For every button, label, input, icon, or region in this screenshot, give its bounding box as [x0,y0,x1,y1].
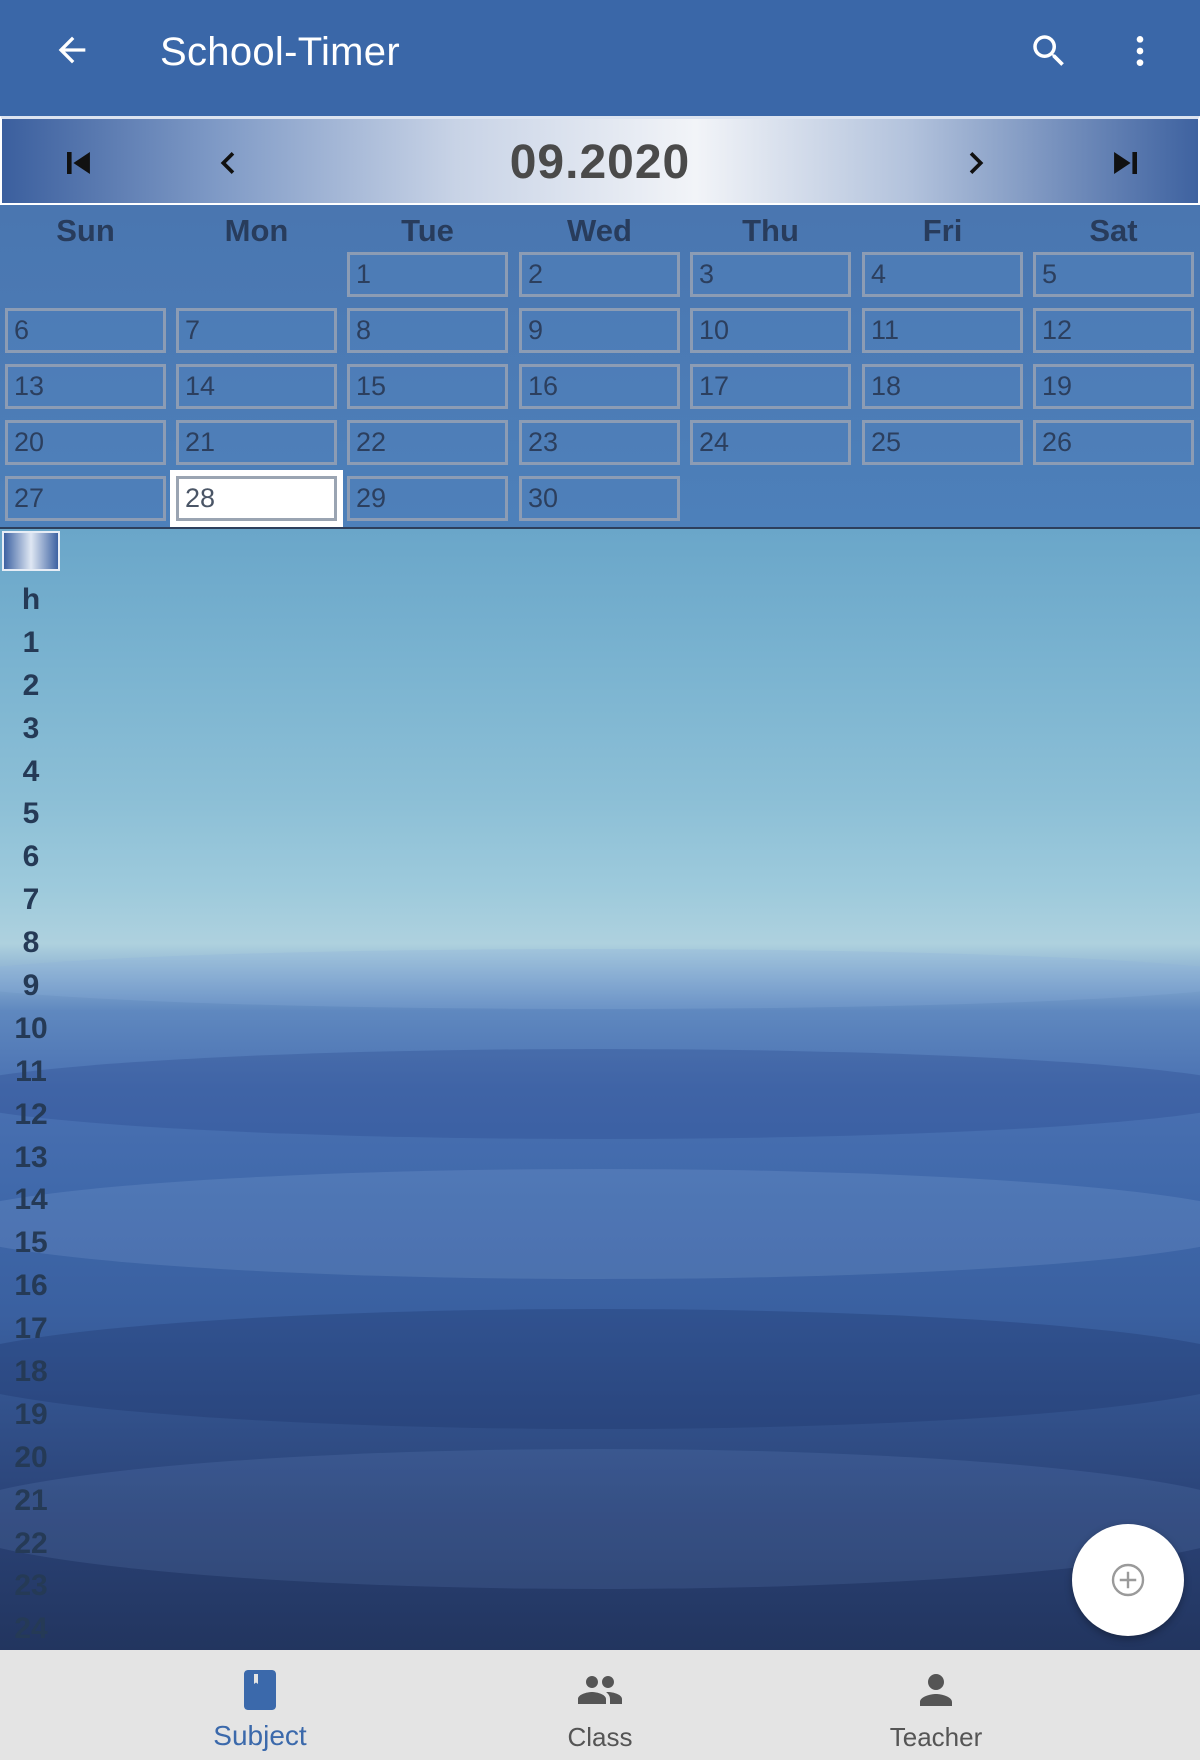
hour-label: 18 [14,1355,48,1389]
hour-label: 9 [22,969,40,1003]
hour-label: 23 [14,1569,48,1603]
hour-label: 21 [14,1483,48,1517]
hour-label: 8 [22,926,40,960]
hour-label: 20 [14,1440,48,1474]
tab-teacher-label: Teacher [889,1722,983,1752]
month-calendar: Sun Mon Tue Wed Thu Fri Sat 1 2 3 4 5 6 7 8 9 10 1… [0,205,1200,529]
tab-teacher[interactable]: Teacher [736,1650,1136,1760]
hour-column: h 1 2 3 4 5 6 7 8 9 10 11 12 13 14 15 16 17 18 19 20 21 22 23 2… [0,579,62,1650]
background-wave [0,949,1200,1009]
calendar-day[interactable]: 2 [519,252,680,297]
hour-label: 5 [22,797,40,831]
background-wave [0,1049,1200,1139]
add-button[interactable] [1072,1524,1184,1636]
hour-label: 19 [14,1397,48,1431]
hour-label: 12 [14,1097,48,1131]
hour-header: h [21,583,41,616]
calendar-day[interactable]: 8 [347,308,508,353]
add-circle-icon [1111,1563,1145,1597]
calendar-day[interactable]: 18 [862,364,1023,409]
schedule-area: h 1 2 3 4 5 6 7 8 9 10 11 12 13 14 15 16 17 18 19 20 21 22 23 2… [0,529,1200,1650]
group-icon [578,1676,622,1704]
skip-last-icon[interactable] [1104,141,1148,185]
weekday-label: Fri [922,213,963,248]
calendar-day-selected[interactable]: 28 [170,470,343,527]
hour-label: 10 [14,1011,48,1045]
calendar-day[interactable]: 25 [862,420,1023,465]
calendar-day[interactable]: 4 [862,252,1023,297]
calendar-day[interactable]: 21 [176,420,337,465]
calendar-day[interactable]: 26 [1033,420,1194,465]
more-vert-icon[interactable] [1120,30,1160,72]
calendar-day[interactable]: 16 [519,364,680,409]
calendar-day[interactable]: 14 [176,364,337,409]
bottom-navigation: Subject Class Teacher [0,1650,1200,1760]
calendar-day[interactable]: 3 [690,252,851,297]
search-icon[interactable] [1028,30,1070,72]
calendar-day[interactable]: 17 [690,364,851,409]
current-month-label: 09.2020 [509,136,691,189]
hour-label: 1 [22,625,40,659]
calendar-day[interactable]: 27 [5,476,166,521]
weekday-label: Sat [1089,213,1138,248]
background-wave [0,1309,1200,1429]
calendar-day[interactable]: 24 [690,420,851,465]
chevron-right-icon[interactable] [954,141,998,185]
weekday-label: Thu [742,213,799,248]
hour-label: 22 [14,1526,48,1560]
hour-label: 17 [14,1312,48,1346]
hour-label: 24 [14,1612,48,1646]
arrow-left-icon[interactable] [52,30,92,70]
corner-cell [2,531,60,571]
weekday-label: Sun [56,213,115,248]
calendar-day[interactable]: 29 [347,476,508,521]
calendar-day[interactable]: 15 [347,364,508,409]
calendar-day[interactable]: 6 [5,308,166,353]
background-wave [0,1449,1200,1589]
person-icon [920,1674,952,1706]
hour-label: 2 [22,668,40,702]
hour-label: 15 [14,1226,48,1260]
hour-label: 16 [14,1269,48,1303]
hour-label: 3 [22,711,40,745]
month-navigation: 09.2020 [0,116,1200,205]
weekday-label: Wed [567,213,632,248]
weekday-label: Mon [224,213,289,248]
calendar-day[interactable]: 20 [5,420,166,465]
background-wave [0,1169,1200,1279]
calendar-day[interactable]: 11 [862,308,1023,353]
calendar-day[interactable]: 7 [176,308,337,353]
calendar-day[interactable]: 10 [690,308,851,353]
hour-label: 11 [15,1054,47,1088]
hour-label: 4 [22,754,40,788]
weekday-label: Tue [401,213,454,248]
hour-label: 7 [22,883,40,917]
app-title: School-Timer [160,30,400,74]
book-icon [244,1670,276,1710]
calendar-day[interactable]: 30 [519,476,680,521]
calendar-day[interactable]: 9 [519,308,680,353]
calendar-day[interactable]: 22 [347,420,508,465]
hour-label: 13 [14,1140,48,1174]
calendar-day[interactable]: 1 [347,252,508,297]
calendar-day[interactable]: 12 [1033,308,1194,353]
calendar-day[interactable]: 5 [1033,252,1194,297]
hour-label: 6 [22,840,40,874]
calendar-day[interactable]: 23 [519,420,680,465]
app-bar: School-Timer [0,0,1200,116]
calendar-day[interactable]: 13 [5,364,166,409]
calendar-day[interactable]: 19 [1033,364,1194,409]
hour-label: 14 [14,1183,48,1217]
